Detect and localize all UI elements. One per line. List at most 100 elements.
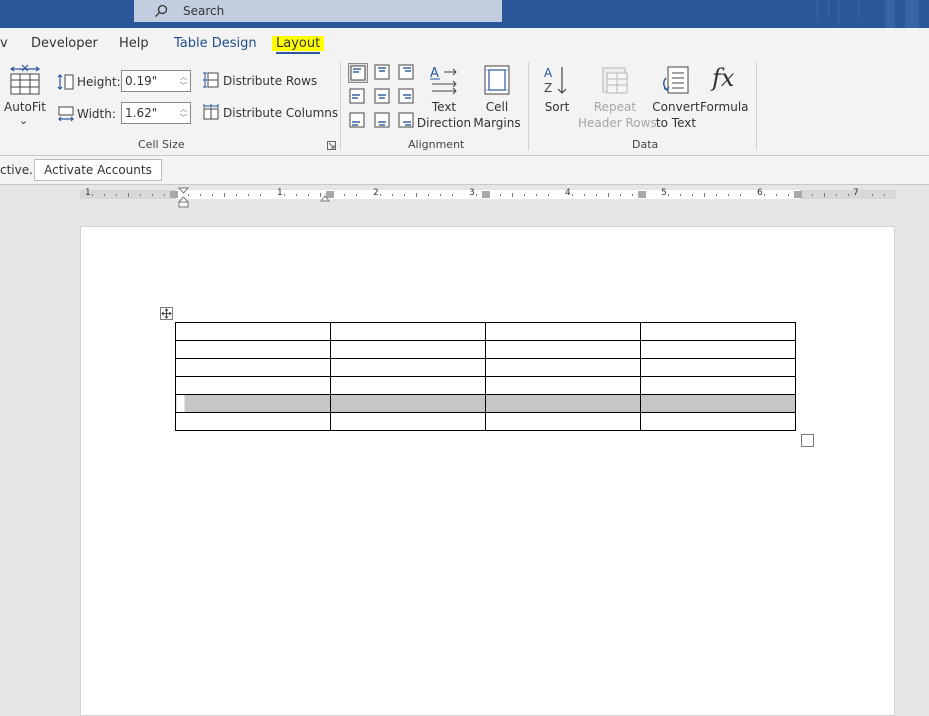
align-center-right-button[interactable] xyxy=(397,87,417,107)
title-decoration xyxy=(817,0,818,22)
align-bottom-left-button[interactable] xyxy=(348,111,368,131)
title-bar: Search xyxy=(0,0,929,28)
tab-layout-label: Layout xyxy=(276,36,321,51)
message-text: ctive. xyxy=(0,163,33,177)
table-cell[interactable] xyxy=(485,394,641,413)
table-row xyxy=(175,340,796,359)
search-placeholder: Search xyxy=(183,4,225,18)
align-top-left-button[interactable] xyxy=(348,63,368,83)
ruler-number: 5 xyxy=(661,188,667,198)
spin-up-icon[interactable]: ︿ xyxy=(180,73,187,81)
alignment-group-label: Alignment xyxy=(408,138,465,151)
message-bar: ctive. Activate Accounts xyxy=(0,155,929,185)
table-cell[interactable] xyxy=(175,412,331,431)
tab-table-design[interactable]: Table Design xyxy=(174,36,257,51)
table-cell[interactable] xyxy=(640,376,796,395)
autofit-button[interactable]: AutoFit ⌄ xyxy=(3,64,46,130)
width-input[interactable]: 1.62" ︿ ﹀ xyxy=(121,102,191,124)
ruler-number: 2 xyxy=(373,188,379,198)
tab-view[interactable]: v xyxy=(0,36,8,51)
table-row-selected xyxy=(175,394,796,413)
horizontal-ruler[interactable]: 1 1 2 3 4 5 6 7 xyxy=(80,188,896,199)
align-bottom-center-button[interactable] xyxy=(373,111,393,131)
align-center-button[interactable] xyxy=(373,87,393,107)
align-bottom-center-icon xyxy=(374,112,390,128)
table-cell[interactable] xyxy=(640,394,796,413)
activate-accounts-button[interactable]: Activate Accounts xyxy=(34,159,162,181)
align-top-center-icon xyxy=(374,64,390,80)
table-row xyxy=(175,358,796,377)
formula-button[interactable]: fx Formula xyxy=(700,62,749,122)
align-bottom-right-button[interactable] xyxy=(397,111,417,131)
table-cell[interactable] xyxy=(330,376,486,395)
cell-margins-button[interactable]: Cell Margins xyxy=(472,62,522,134)
table-cell[interactable] xyxy=(330,322,486,341)
distribute-columns-button[interactable]: Distribute Columns xyxy=(203,103,338,123)
text-direction-button[interactable]: A Text Direction xyxy=(416,62,472,134)
align-center-left-icon xyxy=(349,88,365,104)
table-cell[interactable] xyxy=(485,340,641,359)
column-marker[interactable] xyxy=(320,194,330,202)
indent-marker[interactable] xyxy=(178,187,189,209)
table-cell[interactable] xyxy=(485,412,641,431)
ruler-number: 7 xyxy=(853,188,859,198)
ruler-number: 1 xyxy=(85,188,91,198)
row-height-icon xyxy=(57,74,74,90)
text-direction-label-2: Direction xyxy=(416,116,472,130)
height-input[interactable]: 0.19" ︿ ﹀ xyxy=(121,70,191,92)
spin-up-icon[interactable]: ︿ xyxy=(180,105,187,113)
dialog-launcher-icon[interactable] xyxy=(327,141,336,150)
width-value: 1.62" xyxy=(125,106,158,120)
table-cell[interactable] xyxy=(640,412,796,431)
ribbon: AutoFit ⌄ Height: 0.19" ︿ ﹀ Width: 1.62"… xyxy=(0,58,929,155)
sort-label: Sort xyxy=(544,100,570,114)
align-top-right-button[interactable] xyxy=(397,63,417,83)
table-cell[interactable] xyxy=(330,358,486,377)
document-page[interactable] xyxy=(80,226,895,716)
table-cell[interactable] xyxy=(175,358,331,377)
table-resize-handle[interactable] xyxy=(801,434,814,447)
table-cell[interactable] xyxy=(175,394,331,413)
search-box[interactable]: Search xyxy=(134,0,502,22)
tab-developer[interactable]: Developer xyxy=(31,36,98,51)
data-group-label: Data xyxy=(632,138,659,151)
tab-help[interactable]: Help xyxy=(119,36,149,51)
document-table[interactable] xyxy=(175,322,796,431)
table-row xyxy=(175,412,796,431)
table-cell[interactable] xyxy=(485,358,641,377)
table-cell[interactable] xyxy=(175,376,331,395)
table-cell[interactable] xyxy=(330,394,486,413)
spin-down-icon[interactable]: ﹀ xyxy=(180,82,187,90)
table-cell[interactable] xyxy=(640,340,796,359)
align-top-center-button[interactable] xyxy=(373,63,393,83)
table-row xyxy=(175,376,796,395)
cell-margins-icon xyxy=(484,65,510,95)
group-separator xyxy=(528,62,529,150)
spin-down-icon[interactable]: ﹀ xyxy=(180,114,187,122)
repeat-header-rows-label-2: Header Rows xyxy=(578,116,657,130)
tab-layout[interactable]: Layout xyxy=(272,36,325,54)
table-cell[interactable] xyxy=(640,322,796,341)
convert-to-text-label-1: Convert xyxy=(652,100,700,114)
table-cell[interactable] xyxy=(640,358,796,377)
table-cell[interactable] xyxy=(330,412,486,431)
move-icon xyxy=(161,308,172,319)
repeat-header-rows-button[interactable]: Repeat Header Rows xyxy=(578,62,657,134)
table-cell[interactable] xyxy=(175,340,331,359)
formula-label: Formula xyxy=(700,100,749,114)
distribute-columns-icon xyxy=(203,104,219,120)
align-center-right-icon xyxy=(398,88,414,104)
ruler-number: 3 xyxy=(469,188,475,198)
convert-to-text-button[interactable]: Convert to Text xyxy=(652,62,700,134)
table-move-handle[interactable] xyxy=(160,307,173,320)
align-center-left-button[interactable] xyxy=(348,87,368,107)
table-cell[interactable] xyxy=(330,340,486,359)
table-cell[interactable] xyxy=(485,376,641,395)
distribute-rows-button[interactable]: Distribute Rows xyxy=(203,71,317,91)
sort-button[interactable]: A Z Sort xyxy=(537,62,577,122)
column-width-icon xyxy=(58,106,74,122)
align-bottom-right-icon xyxy=(398,112,414,128)
table-cell[interactable] xyxy=(485,322,641,341)
title-decoration xyxy=(828,0,829,18)
table-cell[interactable] xyxy=(175,322,331,341)
